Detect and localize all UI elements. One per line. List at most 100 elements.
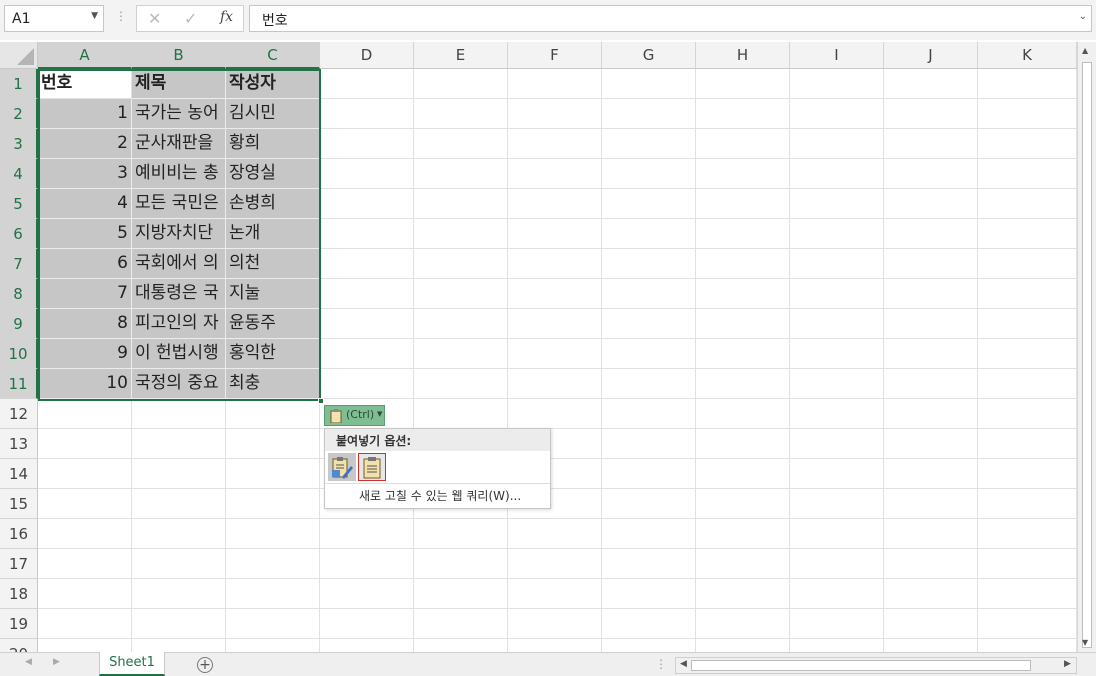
scroll-left-icon[interactable]: ◀ [680, 659, 687, 669]
cell-b15[interactable] [132, 489, 226, 519]
row-header-19[interactable]: 19 [0, 609, 38, 639]
cell-h12[interactable] [696, 399, 790, 429]
vertical-scrollbar[interactable]: ▲ ▼ [1077, 42, 1096, 652]
cell-d7[interactable] [320, 249, 414, 279]
row-header-18[interactable]: 18 [0, 579, 38, 609]
cell-a10[interactable]: 9 [38, 339, 132, 369]
cell-b16[interactable] [132, 519, 226, 549]
column-header-d[interactable]: D [320, 42, 414, 69]
cell-g17[interactable] [602, 549, 696, 579]
cell-a5[interactable]: 4 [38, 189, 132, 219]
cell-b12[interactable] [132, 399, 226, 429]
cell-i9[interactable] [790, 309, 884, 339]
column-header-a[interactable]: A [38, 42, 132, 69]
cell-d2[interactable] [320, 99, 414, 129]
cell-d10[interactable] [320, 339, 414, 369]
keep-source-formatting-button[interactable] [328, 453, 356, 481]
formula-input[interactable]: 번호 ⌄ [249, 5, 1092, 32]
cell-f19[interactable] [508, 609, 602, 639]
cell-i18[interactable] [790, 579, 884, 609]
cell-e6[interactable] [414, 219, 508, 249]
column-header-c[interactable]: C [226, 42, 320, 69]
horizontal-scrollbar[interactable]: ◀ ▶ [675, 657, 1077, 674]
cell-g10[interactable] [602, 339, 696, 369]
cell-e10[interactable] [414, 339, 508, 369]
scroll-up-icon[interactable]: ▲ [1082, 46, 1088, 55]
cell-c7[interactable]: 의천 [226, 249, 320, 279]
cell-j3[interactable] [884, 129, 978, 159]
row-header-4[interactable]: 4 [0, 159, 38, 189]
row-header-3[interactable]: 3 [0, 129, 38, 159]
cell-g13[interactable] [602, 429, 696, 459]
cell-j11[interactable] [884, 369, 978, 399]
cell-h15[interactable] [696, 489, 790, 519]
cell-h4[interactable] [696, 159, 790, 189]
cell-a17[interactable] [38, 549, 132, 579]
name-box-dropdown-icon[interactable]: ▼ [91, 11, 98, 21]
cell-f17[interactable] [508, 549, 602, 579]
cell-i3[interactable] [790, 129, 884, 159]
column-header-i[interactable]: I [790, 42, 884, 69]
cell-f16[interactable] [508, 519, 602, 549]
cell-g1[interactable] [602, 69, 696, 99]
cell-d9[interactable] [320, 309, 414, 339]
cell-c15[interactable] [226, 489, 320, 519]
scroll-right-icon[interactable]: ▶ [1064, 659, 1071, 669]
match-destination-formatting-button[interactable] [358, 453, 386, 481]
cell-g6[interactable] [602, 219, 696, 249]
cell-f8[interactable] [508, 279, 602, 309]
cell-f4[interactable] [508, 159, 602, 189]
cell-a1[interactable]: 번호 [38, 69, 132, 99]
cell-g15[interactable] [602, 489, 696, 519]
cell-i14[interactable] [790, 459, 884, 489]
cell-k8[interactable] [978, 279, 1077, 309]
formula-bar-grip-icon[interactable]: ⋮ [115, 9, 127, 23]
cell-c11[interactable]: 최충 [226, 369, 320, 399]
cell-k5[interactable] [978, 189, 1077, 219]
cell-k6[interactable] [978, 219, 1077, 249]
cell-h9[interactable] [696, 309, 790, 339]
cell-f10[interactable] [508, 339, 602, 369]
cell-c16[interactable] [226, 519, 320, 549]
cell-g8[interactable] [602, 279, 696, 309]
cell-h7[interactable] [696, 249, 790, 279]
cell-f3[interactable] [508, 129, 602, 159]
cell-d4[interactable] [320, 159, 414, 189]
next-sheet-icon[interactable]: ▶ [53, 657, 60, 667]
cell-e2[interactable] [414, 99, 508, 129]
row-header-15[interactable]: 15 [0, 489, 38, 519]
vertical-scroll-thumb[interactable] [1082, 62, 1092, 648]
cell-e12[interactable] [414, 399, 508, 429]
name-box[interactable]: A1 ▼ [4, 5, 104, 32]
cell-a3[interactable]: 2 [38, 129, 132, 159]
cell-j17[interactable] [884, 549, 978, 579]
column-header-g[interactable]: G [602, 42, 696, 69]
row-header-16[interactable]: 16 [0, 519, 38, 549]
cell-h14[interactable] [696, 459, 790, 489]
cell-b14[interactable] [132, 459, 226, 489]
row-header-17[interactable]: 17 [0, 549, 38, 579]
cell-g16[interactable] [602, 519, 696, 549]
cell-f6[interactable] [508, 219, 602, 249]
row-header-9[interactable]: 9 [0, 309, 38, 339]
cell-b19[interactable] [132, 609, 226, 639]
cell-b2[interactable]: 국가는 농어 [132, 99, 226, 129]
row-header-1[interactable]: 1 [0, 69, 38, 99]
cell-i19[interactable] [790, 609, 884, 639]
cell-a11[interactable]: 10 [38, 369, 132, 399]
cell-g7[interactable] [602, 249, 696, 279]
cell-k16[interactable] [978, 519, 1077, 549]
cell-f7[interactable] [508, 249, 602, 279]
expand-formula-bar-icon[interactable]: ⌄ [1079, 11, 1087, 22]
cell-h10[interactable] [696, 339, 790, 369]
cell-e7[interactable] [414, 249, 508, 279]
cell-f2[interactable] [508, 99, 602, 129]
cell-a15[interactable] [38, 489, 132, 519]
cell-b11[interactable]: 국정의 중요 [132, 369, 226, 399]
cell-a7[interactable]: 6 [38, 249, 132, 279]
cell-c17[interactable] [226, 549, 320, 579]
cell-k14[interactable] [978, 459, 1077, 489]
column-header-b[interactable]: B [132, 42, 226, 69]
cell-a16[interactable] [38, 519, 132, 549]
cell-c10[interactable]: 홍익한 [226, 339, 320, 369]
